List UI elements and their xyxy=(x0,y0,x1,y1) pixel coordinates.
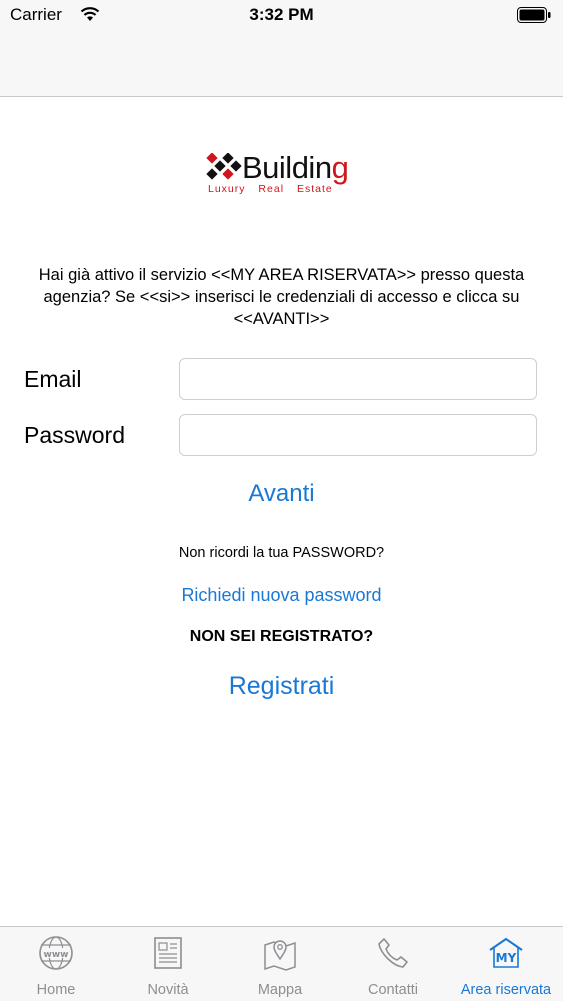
map-pin-icon xyxy=(264,940,296,971)
tab-label-contatti: Contatti xyxy=(368,982,418,998)
tab-novita[interactable]: Novità xyxy=(112,927,224,1001)
tab-home[interactable]: www Home xyxy=(0,927,112,1001)
svg-text:www: www xyxy=(44,950,69,960)
not-registered-heading: NON SEI REGISTRATO? xyxy=(189,628,374,645)
forgot-password-text: Non ricordi la tua PASSWORD? xyxy=(178,545,385,561)
email-label: Email xyxy=(24,366,82,392)
tab-mappa[interactable]: Mappa xyxy=(224,927,336,1001)
tab-label-novita: Novità xyxy=(147,982,189,998)
tab-area-riservata[interactable]: MY Area riservata xyxy=(450,927,562,1001)
logo-wordmark: Building xyxy=(242,150,349,185)
navigation-bar xyxy=(0,34,563,97)
tab-contatti[interactable]: Contatti xyxy=(337,927,449,1001)
tab-label-area-riservata: Area riservata xyxy=(460,982,552,998)
phone-icon xyxy=(378,938,408,968)
password-label: Password xyxy=(24,422,125,448)
email-field[interactable] xyxy=(179,358,537,400)
company-logo: Building Luxury Real Estate xyxy=(204,150,364,200)
password-field[interactable] xyxy=(179,414,537,456)
register-button[interactable]: Registrati xyxy=(0,672,563,701)
status-bar: Carrier 3:32 PM xyxy=(0,0,563,34)
reset-password-link[interactable]: Richiedi nuova password xyxy=(0,585,563,606)
newspaper-icon xyxy=(154,937,182,969)
intro-text: Hai già attivo il servizio <<MY AREA RIS… xyxy=(38,266,525,328)
globe-www-icon: www xyxy=(39,936,73,970)
my-house-icon: MY xyxy=(489,937,523,968)
tab-label-home: Home xyxy=(36,982,76,998)
clock: 3:32 PM xyxy=(249,5,314,24)
battery-icon xyxy=(517,7,551,23)
svg-text:MY: MY xyxy=(496,951,517,965)
tab-bar: www Home Novità Mappa Contatti MY Area r… xyxy=(0,926,563,1001)
tab-label-mappa: Mappa xyxy=(257,982,303,998)
logo-diamonds-icon xyxy=(206,153,242,180)
logo-tagline: Luxury Real Estate xyxy=(208,183,333,195)
avanti-button[interactable]: Avanti xyxy=(0,480,563,508)
